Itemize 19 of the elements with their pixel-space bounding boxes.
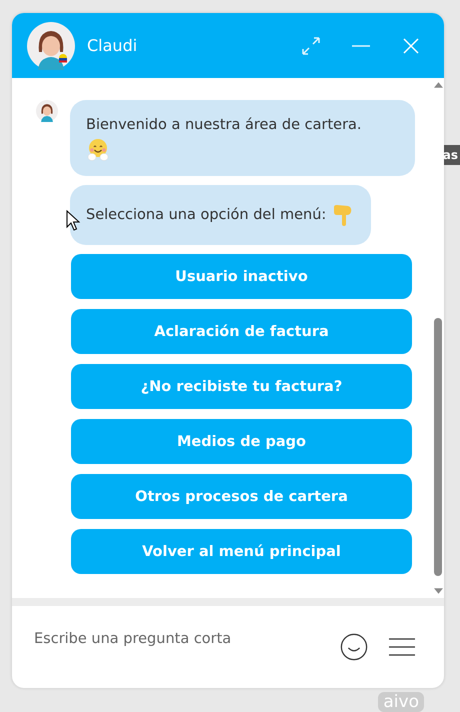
avatar-icon bbox=[27, 22, 75, 70]
menu-option-button[interactable]: Volver al menú principal bbox=[71, 529, 412, 574]
message-text: Bienvenido a nuestra área de cartera. bbox=[86, 117, 362, 133]
smiley-icon[interactable] bbox=[340, 633, 368, 661]
menu-option-button[interactable]: Otros procesos de cartera bbox=[71, 474, 412, 519]
expand-icon[interactable] bbox=[300, 34, 322, 56]
agent-name: Claudi bbox=[87, 36, 138, 55]
menu-option-button[interactable]: Aclaración de factura bbox=[71, 309, 412, 354]
mouse-cursor-icon bbox=[66, 210, 80, 232]
avatar-icon bbox=[36, 100, 58, 122]
scrollbar-thumb[interactable] bbox=[434, 318, 442, 576]
scroll-up-icon[interactable] bbox=[434, 82, 442, 88]
message-text: Selecciona una opción del menú: bbox=[86, 207, 326, 223]
menu-option-button[interactable]: ¿No recibiste tu factura? bbox=[71, 364, 412, 409]
scroll-down-icon[interactable] bbox=[434, 588, 442, 594]
hugging-emoji-icon bbox=[86, 138, 110, 162]
menu-option-button[interactable]: Medios de pago bbox=[71, 419, 412, 464]
menu-option-button[interactable]: Usuario inactivo bbox=[71, 254, 412, 299]
message-input[interactable]: Escribe una pregunta corta bbox=[34, 631, 320, 647]
